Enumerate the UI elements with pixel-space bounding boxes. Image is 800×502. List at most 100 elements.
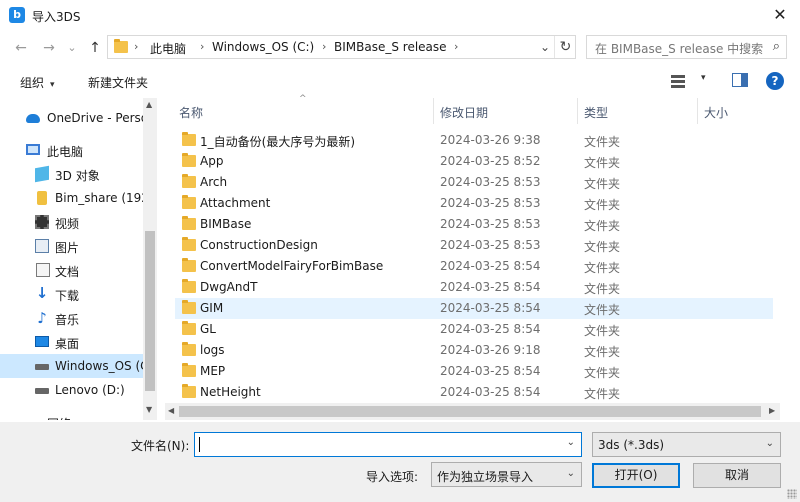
file-row[interactable]: GIM 2024-03-25 8:54 文件夹: [175, 298, 773, 319]
column-header-date[interactable]: 修改日期: [440, 104, 488, 130]
file-row[interactable]: Arch 2024-03-25 8:53 文件夹: [175, 172, 773, 193]
column-header-name[interactable]: 名称: [179, 104, 203, 130]
scroll-down-icon[interactable]: ▼: [146, 405, 152, 414]
app-icon: b: [9, 7, 25, 23]
file-date: 2024-03-25 8:53: [440, 196, 541, 210]
column-divider[interactable]: [433, 98, 434, 124]
view-options-icon[interactable]: [671, 73, 693, 89]
sidebar-item-pictures[interactable]: 图片: [0, 234, 143, 258]
column-divider[interactable]: [577, 98, 578, 124]
resize-grip-icon[interactable]: [787, 489, 797, 499]
chevron-down-icon: ⌄: [566, 468, 575, 479]
file-row[interactable]: DwgAndT 2024-03-25 8:54 文件夹: [175, 277, 773, 298]
sidebar-item-videos[interactable]: 视频: [0, 210, 143, 234]
sidebar-item-label: 下载: [55, 289, 80, 303]
file-date: 2024-03-25 8:54: [440, 385, 541, 399]
open-button[interactable]: 打开(O): [592, 463, 680, 488]
organize-menu[interactable]: 组织 ▾: [20, 74, 55, 91]
file-row[interactable]: App 2024-03-25 8:52 文件夹: [175, 151, 773, 172]
new-folder-button[interactable]: 新建文件夹: [88, 74, 148, 91]
sidebar-item-windows-os-c[interactable]: Windows_OS (C: [0, 354, 149, 378]
file-type-select[interactable]: 3ds (*.3ds) ⌄: [592, 432, 781, 457]
file-type-value: 3ds (*.3ds): [598, 438, 664, 452]
back-arrow-icon[interactable]: ←: [11, 38, 31, 58]
search-placeholder: 在 BIMBase_S release 中搜索: [595, 42, 764, 56]
sidebar-item-onedrive[interactable]: OneDrive - Perso: [0, 106, 148, 130]
forward-arrow-icon[interactable]: →: [39, 38, 59, 58]
column-header-type[interactable]: 类型: [584, 104, 608, 130]
sidebar-item-label: Windows_OS (C: [55, 359, 149, 373]
file-type: 文件夹: [584, 219, 621, 233]
folder-icon: [182, 363, 196, 377]
file-name: ConvertModelFairyForBimBase: [200, 259, 384, 273]
file-type: 文件夹: [584, 261, 621, 275]
breadcrumb-bimbase-release[interactable]: BIMBase_S release: [334, 40, 447, 54]
chevron-down-icon[interactable]: ⌄: [567, 437, 575, 448]
column-header-size[interactable]: 大小: [704, 104, 728, 130]
sidebar-item-lenovo-d[interactable]: Lenovo (D:): [0, 378, 143, 402]
sidebar-item-desktop[interactable]: 桌面: [0, 330, 143, 354]
file-row[interactable]: 1_自动备份(最大序号为最新) 2024-03-26 9:38 文件夹: [175, 130, 773, 151]
sidebar-item-documents[interactable]: 文档: [0, 258, 143, 282]
file-row[interactable]: Attachment 2024-03-25 8:53 文件夹: [175, 193, 773, 214]
column-divider[interactable]: [697, 98, 698, 124]
import-options-select[interactable]: 作为独立场景导入 ⌄: [431, 462, 582, 487]
title-bar: b 导入3DS ✕: [0, 0, 800, 32]
file-date: 2024-03-25 8:54: [440, 259, 541, 273]
sidebar-item-music[interactable]: ♪ 音乐: [0, 306, 143, 330]
file-type: 文件夹: [584, 387, 621, 401]
organize-label: 组织: [20, 76, 45, 90]
filename-input[interactable]: ⌄: [194, 432, 582, 457]
file-name: Attachment: [200, 196, 271, 210]
address-dropdown-icon[interactable]: ⌄: [535, 38, 555, 56]
breadcrumb-drive-c[interactable]: Windows_OS (C:): [212, 40, 314, 54]
folder-icon: [182, 321, 196, 335]
file-row[interactable]: MEP 2024-03-25 8:54 文件夹: [175, 361, 773, 382]
chevron-down-icon: ⌄: [765, 438, 774, 449]
refresh-icon[interactable]: ↻: [554, 36, 576, 58]
breadcrumb-separator: ›: [322, 40, 327, 53]
window-title: 导入3DS: [32, 10, 81, 24]
breadcrumb-this-pc[interactable]: 此电脑: [150, 40, 186, 57]
sidebar-item-label: 图片: [55, 241, 80, 255]
file-row[interactable]: GL 2024-03-25 8:54 文件夹: [175, 319, 773, 340]
file-row[interactable]: ConvertModelFairyForBimBase 2024-03-25 8:…: [175, 256, 773, 277]
sidebar-item-bim-share[interactable]: Bim_share (192: [0, 186, 149, 210]
address-bar[interactable]: › 此电脑 › Windows_OS (C:) › BIMBase_S rele…: [107, 35, 576, 59]
sidebar-item-label: Bim_share (192: [55, 191, 149, 205]
scroll-left-icon[interactable]: ◀: [168, 406, 174, 415]
scroll-right-icon[interactable]: ▶: [769, 406, 775, 415]
scrollbar-thumb[interactable]: [145, 231, 155, 391]
sort-ascending-icon: ^: [299, 94, 307, 104]
horizontal-scrollbar[interactable]: ◀ ▶: [165, 403, 780, 420]
breadcrumb-separator: ›: [200, 40, 205, 53]
text-cursor: [199, 437, 200, 452]
chevron-down-icon[interactable]: ▾: [701, 73, 706, 83]
scrollbar-thumb[interactable]: [179, 406, 761, 417]
recent-locations-icon[interactable]: ⌄: [62, 38, 82, 58]
cancel-button[interactable]: 取消: [693, 463, 781, 488]
breadcrumb-separator: ›: [454, 40, 459, 53]
file-type: 文件夹: [584, 135, 621, 149]
sidebar-item-network[interactable]: 网络: [0, 410, 143, 420]
file-row[interactable]: NetHeight 2024-03-25 8:54 文件夹: [175, 382, 773, 403]
sidebar-item-3d-objects[interactable]: 3D 对象: [0, 162, 143, 186]
file-row[interactable]: logs 2024-03-26 9:18 文件夹: [175, 340, 773, 361]
folder-icon: [182, 279, 196, 293]
file-name: MEP: [200, 364, 226, 378]
sidebar-scrollbar[interactable]: ▲ ▼: [143, 98, 157, 420]
scroll-up-icon[interactable]: ▲: [146, 100, 152, 109]
help-icon[interactable]: ?: [766, 72, 784, 90]
file-type: 文件夹: [584, 198, 621, 212]
onedrive-cloud-icon: [26, 114, 40, 123]
sidebar-item-downloads[interactable]: ↓ 下载: [0, 282, 143, 306]
file-name: ConstructionDesign: [200, 238, 318, 252]
sidebar-item-this-pc[interactable]: 此电脑: [0, 138, 143, 162]
file-row[interactable]: ConstructionDesign 2024-03-25 8:53 文件夹: [175, 235, 773, 256]
preview-pane-icon[interactable]: [732, 73, 748, 87]
up-arrow-icon[interactable]: ↑: [85, 38, 105, 58]
file-row[interactable]: BIMBase 2024-03-25 8:53 文件夹: [175, 214, 773, 235]
search-input[interactable]: 在 BIMBase_S release 中搜索 ⌕: [586, 35, 787, 59]
videos-icon: [35, 215, 49, 229]
close-button[interactable]: ✕: [760, 0, 800, 32]
